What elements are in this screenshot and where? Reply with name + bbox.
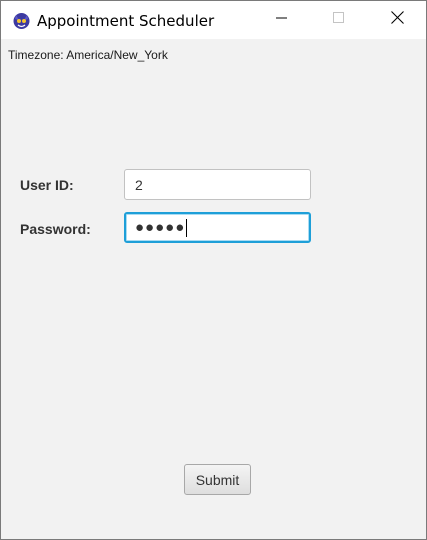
app-logo-icon [12, 11, 31, 30]
user-id-field[interactable]: 2 [124, 169, 311, 200]
text-caret [186, 218, 188, 237]
window-title: Appointment Scheduler [37, 12, 215, 30]
close-button[interactable] [374, 1, 420, 39]
submit-label: Submit [195, 471, 240, 488]
app-window: Appointment Scheduler Timezone: America/… [0, 0, 427, 540]
minimize-icon [276, 11, 288, 29]
submit-button[interactable]: Submit [184, 464, 251, 495]
title-bar[interactable]: Appointment Scheduler [1, 1, 426, 39]
close-icon [390, 11, 404, 29]
maximize-button[interactable] [316, 1, 362, 39]
password-masked-value: ●●●●● [135, 219, 186, 236]
password-field[interactable]: ●●●●● [124, 212, 311, 243]
password-label: Password: [20, 221, 91, 237]
minimize-button[interactable] [259, 1, 305, 39]
timezone-label: Timezone: America/New_York [8, 48, 168, 62]
maximize-icon [333, 11, 345, 29]
user-id-label: User ID: [20, 177, 74, 193]
user-id-value: 2 [135, 176, 143, 193]
